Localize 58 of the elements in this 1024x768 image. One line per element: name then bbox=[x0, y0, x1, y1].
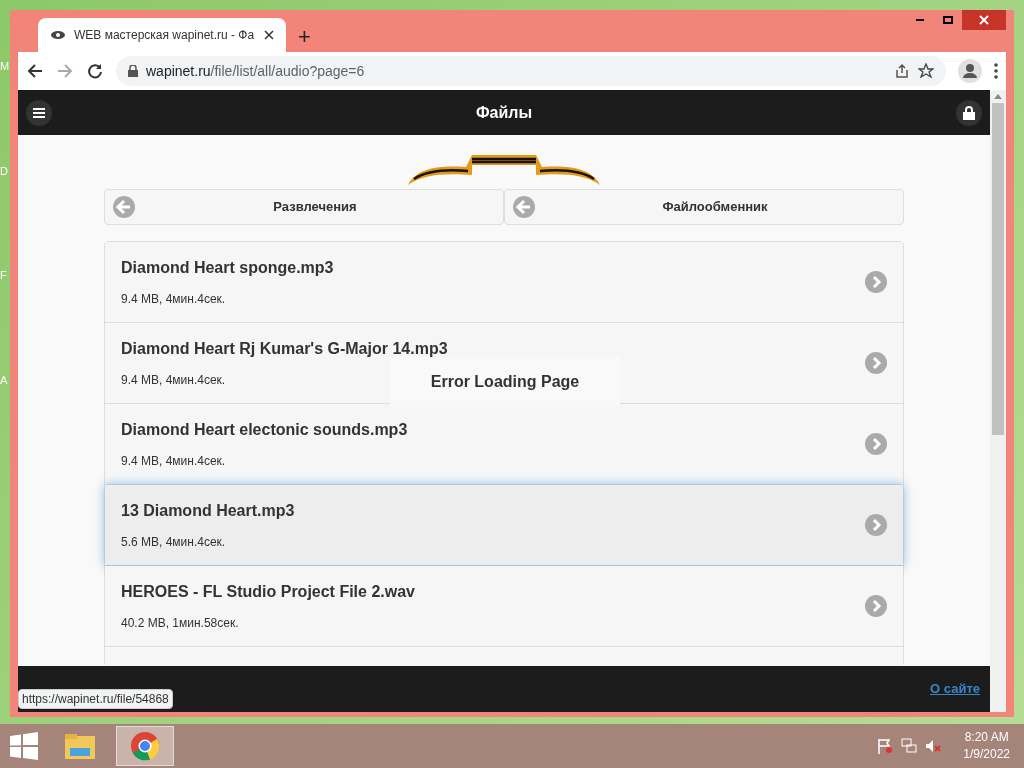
speaker-muted-icon[interactable] bbox=[925, 738, 942, 754]
file-name: HEROES - FL Studio Project File 2.wav bbox=[121, 582, 415, 602]
eye-icon bbox=[50, 29, 66, 41]
browser-icon bbox=[130, 731, 160, 761]
file-list-item[interactable]: Diamond Heart electonic sounds.mp3 9.4 MB, 4мин.4сек. bbox=[105, 404, 903, 485]
about-link[interactable]: О сайте bbox=[930, 679, 980, 699]
chevron-right-icon bbox=[865, 352, 887, 374]
status-url-tooltip: https://wapinet.ru/file/54868 bbox=[18, 689, 173, 709]
desktop-icon-label: A bbox=[0, 372, 9, 388]
windows-start-icon[interactable] bbox=[10, 732, 38, 760]
file-name: Diamond Heart electonic sounds.mp3 bbox=[121, 420, 408, 440]
desktop-icon-label: F bbox=[0, 268, 8, 283]
clock-time: 8:20 AM bbox=[964, 729, 1009, 746]
reload-icon[interactable] bbox=[86, 62, 104, 80]
arrow-left-icon bbox=[113, 196, 135, 218]
file-list-item[interactable]: Diamond Heart sponge.mp3 9.4 MB, 4мин.4сек. bbox=[105, 242, 903, 323]
clock-date: 1/9/2022 bbox=[963, 746, 1010, 763]
lock-icon[interactable] bbox=[956, 99, 982, 126]
back-icon[interactable] bbox=[26, 62, 44, 80]
desktop-icon-label: M bbox=[0, 59, 10, 74]
chevron-right-icon bbox=[865, 271, 887, 293]
nav-button[interactable]: Файлообменник bbox=[504, 189, 904, 225]
tab-title: WEB мастерская wapinet.ru - Фа bbox=[74, 27, 256, 44]
desktop-icon-label: D bbox=[0, 163, 9, 179]
url-text: wapinet.ru/file/list/all/audio?page=6 bbox=[146, 61, 366, 81]
file-name: Diamond Heart Rj Kumar's G-Major 14.mp3 bbox=[121, 339, 448, 359]
scroll-up-icon[interactable] bbox=[994, 94, 1002, 99]
address-bar[interactable]: wapinet.ru/file/list/all/audio?page=6 bbox=[116, 56, 946, 86]
file-name: 13 Diamond Heart.mp3 bbox=[121, 501, 295, 521]
close-window-button[interactable] bbox=[962, 10, 1006, 30]
chevron-right-icon bbox=[865, 595, 887, 617]
share-icon[interactable] bbox=[894, 63, 910, 79]
new-tab-button[interactable]: + bbox=[298, 26, 311, 48]
file-meta: 9.4 MB, 4мин.4сек. bbox=[121, 291, 226, 308]
file-meta: 40.2 MB, 1мин.58сек. bbox=[121, 615, 239, 632]
arrow-left-icon bbox=[513, 196, 535, 218]
file-meta: 5.6 MB, 4мин.4сек. bbox=[121, 534, 226, 551]
page-title: Файлы bbox=[475, 102, 533, 123]
file-name: Diamond Heart sponge.mp3 bbox=[121, 258, 334, 278]
chevron-right-icon bbox=[865, 514, 887, 536]
close-icon bbox=[979, 15, 989, 25]
file-meta: 9.4 MB, 4мин.4сек. bbox=[121, 372, 226, 389]
flag-icon[interactable] bbox=[877, 738, 894, 754]
file-list-item[interactable]: HEROES - FL Studio Project File 2.wav 40.2 MB, 1мин.58сек. bbox=[105, 566, 903, 647]
profile-icon[interactable] bbox=[958, 59, 982, 83]
browser-tab[interactable]: WEB мастерская wapinet.ru - Фа bbox=[38, 18, 286, 52]
chevron-right-icon bbox=[865, 433, 887, 455]
file-list-item[interactable]: 13 Diamond Heart.mp3 5.6 MB, 4мин.4сек. bbox=[105, 485, 903, 566]
menu-icon[interactable] bbox=[26, 99, 52, 126]
file-meta: 9.4 MB, 4мин.4сек. bbox=[121, 453, 226, 470]
close-icon[interactable] bbox=[264, 30, 274, 40]
scrollbar[interactable] bbox=[990, 90, 1006, 712]
network-icon[interactable] bbox=[901, 738, 918, 754]
chrome-taskbar-button[interactable] bbox=[116, 726, 174, 766]
menu-dots-icon[interactable] bbox=[994, 63, 998, 79]
nav-button[interactable]: Развлечения bbox=[104, 189, 504, 225]
star-icon[interactable] bbox=[918, 63, 934, 79]
lock-icon bbox=[128, 65, 138, 77]
